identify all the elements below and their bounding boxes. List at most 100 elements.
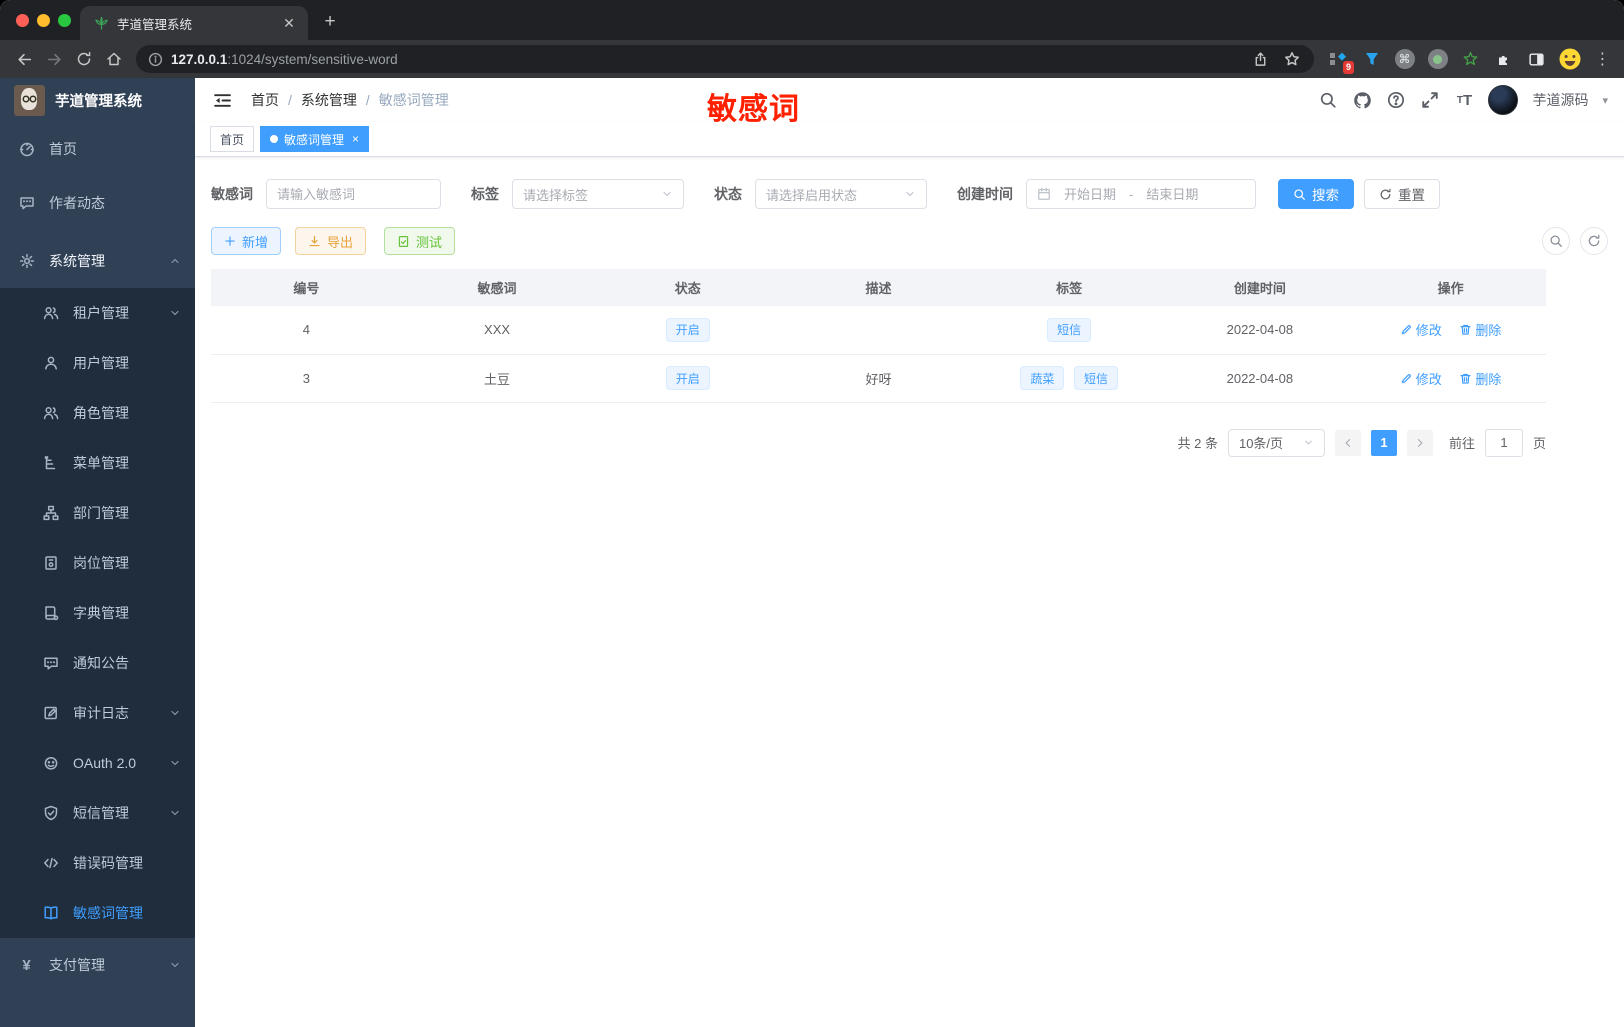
table-row: 3 土豆 开启 好呀 蔬菜 短信 2022-04-08 修改 删除: [211, 354, 1546, 403]
pencil-icon: [1401, 373, 1411, 383]
sidebar-item-user[interactable]: 用户管理: [0, 338, 195, 388]
date-range-picker[interactable]: -: [1026, 179, 1256, 209]
sidebar-item-sensitive-word[interactable]: 敏感词管理: [0, 888, 195, 938]
sensitive-word-table: 编号 敏感词 状态 描述 标签 创建时间 操作 4 XXX 开启 短信 2022…: [211, 269, 1546, 403]
forward-button[interactable]: [40, 45, 68, 73]
sidebar-item-menu[interactable]: 菜单管理: [0, 438, 195, 488]
sidebar-item-role[interactable]: 角色管理: [0, 388, 195, 438]
user-name[interactable]: 芋道源码: [1532, 90, 1588, 110]
browser-tab[interactable]: 芋道管理系统 ✕: [80, 6, 308, 40]
tab-close-icon[interactable]: ✕: [280, 14, 298, 32]
edit-link[interactable]: 修改: [1400, 369, 1442, 388]
export-button[interactable]: 导出: [295, 227, 367, 255]
delete-link[interactable]: 删除: [1459, 320, 1501, 339]
keyword-input[interactable]: [277, 186, 430, 202]
col-id: 编号: [211, 269, 402, 306]
breadcrumb-home[interactable]: 首页: [251, 90, 279, 110]
fullscreen-icon[interactable]: [1420, 90, 1440, 110]
extension-recorder-icon[interactable]: [1423, 45, 1452, 73]
extension-command-icon[interactable]: ⌘: [1390, 45, 1419, 73]
chevron-down-icon: [904, 188, 916, 200]
sidebar-item-post[interactable]: 岗位管理: [0, 538, 195, 588]
site-info-icon[interactable]: [148, 52, 163, 67]
browser-toolbar: 127.0.0.1:1024/system/sensitive-word 9 ⌘: [0, 40, 1624, 78]
sidebar-item-pay[interactable]: ¥ 支付管理: [0, 938, 195, 992]
address-bar[interactable]: 127.0.0.1:1024/system/sensitive-word: [136, 45, 1314, 73]
sidebar-item-oauth[interactable]: OAuth 2.0: [0, 738, 195, 788]
prev-page-button[interactable]: [1334, 429, 1361, 456]
date-start-input[interactable]: [1059, 186, 1121, 202]
toggle-search-button[interactable]: [1542, 227, 1570, 255]
sidebar-item-dept[interactable]: 部门管理: [0, 488, 195, 538]
next-page-button[interactable]: [1406, 429, 1433, 456]
status-select[interactable]: 请选择启用状态: [755, 179, 927, 209]
sidebar-item-sms[interactable]: 短信管理: [0, 788, 195, 838]
sidebar-item-author-news[interactable]: 作者动态: [0, 176, 195, 230]
extension-puzzle-icon[interactable]: [1489, 45, 1518, 73]
zoom-window-button[interactable]: [58, 14, 71, 27]
tag-badge: 短信: [1047, 317, 1092, 342]
back-button[interactable]: [10, 45, 38, 73]
sidebar-item-system[interactable]: 系统管理: [0, 234, 195, 288]
extension-sidepanel-icon[interactable]: [1522, 45, 1551, 73]
sidebar-item-tenant[interactable]: 租户管理: [0, 288, 195, 338]
users-icon: [42, 305, 59, 322]
refresh-table-button[interactable]: [1580, 227, 1608, 255]
chevron-down-icon: [169, 707, 181, 719]
edit-link[interactable]: 修改: [1400, 320, 1442, 339]
browser-menu-icon[interactable]: ⋮: [1588, 45, 1617, 73]
message-icon: [42, 655, 59, 672]
code-icon: [42, 855, 59, 872]
font-size-icon[interactable]: TT: [1454, 90, 1474, 110]
github-icon[interactable]: [1352, 90, 1372, 110]
page-size-select[interactable]: 10条/页: [1227, 428, 1325, 457]
download-icon: [309, 235, 320, 246]
minimize-window-button[interactable]: [37, 14, 50, 27]
user-avatar[interactable]: [1488, 85, 1519, 115]
reload-button[interactable]: [70, 45, 98, 73]
goto-page-input[interactable]: [1484, 428, 1523, 457]
add-button[interactable]: 新增: [211, 227, 282, 255]
bookmark-star-icon[interactable]: [1280, 47, 1304, 71]
sidebar-logo[interactable]: 芋道管理系统: [0, 78, 195, 122]
share-icon[interactable]: [1248, 47, 1272, 71]
cell-word: XXX: [401, 306, 593, 355]
sidebar-item-notice[interactable]: 通知公告: [0, 638, 195, 688]
refresh-icon: [1588, 234, 1600, 247]
sidebar-item-dict[interactable]: 字典管理: [0, 588, 195, 638]
sidebar: 芋道管理系统 首页 作者动态 系统管理 租户管理 用户管理 角色管理 菜单管理 …: [0, 78, 195, 1027]
collapse-sidebar-icon[interactable]: [211, 89, 233, 111]
book-icon: [42, 605, 59, 622]
url-text: 127.0.0.1:1024/system/sensitive-word: [171, 52, 1240, 67]
extension-grid-icon[interactable]: 9: [1324, 45, 1354, 74]
tag-select[interactable]: 请选择标签: [512, 179, 684, 209]
reset-button[interactable]: 重置: [1364, 179, 1440, 209]
main-area: 首页 / 系统管理 / 敏感词管理 敏感词 TT 芋道源码 ▾ 首页 敏感词管理…: [195, 78, 1624, 1027]
sidebar-item-audit-log[interactable]: 审计日志: [0, 688, 195, 738]
delete-link[interactable]: 删除: [1459, 369, 1501, 388]
sidebar-item-home[interactable]: 首页: [0, 122, 195, 176]
shield-check-icon: [42, 805, 59, 822]
new-tab-button[interactable]: +: [316, 8, 344, 36]
breadcrumb-system[interactable]: 系统管理: [301, 90, 357, 110]
test-button[interactable]: 测试: [384, 227, 456, 255]
date-end-input[interactable]: [1141, 186, 1204, 202]
extension-funnel-icon[interactable]: [1357, 45, 1386, 73]
cell-word: 土豆: [401, 354, 593, 403]
yen-icon: ¥: [22, 956, 31, 974]
close-window-button[interactable]: [16, 14, 29, 27]
view-tab-sensitive-word[interactable]: 敏感词管理 ×: [260, 126, 370, 152]
trash-icon: [1460, 325, 1471, 335]
goto-label: 前往: [1448, 436, 1475, 451]
chevron-down-icon[interactable]: ▾: [1602, 94, 1608, 107]
page-number-1[interactable]: 1: [1370, 429, 1397, 456]
home-button[interactable]: [100, 45, 128, 73]
sidebar-item-errcode[interactable]: 错误码管理: [0, 838, 195, 888]
close-icon[interactable]: ×: [352, 132, 359, 146]
search-icon[interactable]: [1318, 90, 1338, 110]
extension-green-star-icon[interactable]: [1456, 45, 1485, 73]
profile-emoji-icon[interactable]: [1555, 45, 1584, 73]
search-button[interactable]: 搜索: [1278, 179, 1354, 209]
view-tab-home[interactable]: 首页: [210, 126, 255, 152]
help-icon[interactable]: [1386, 90, 1406, 110]
